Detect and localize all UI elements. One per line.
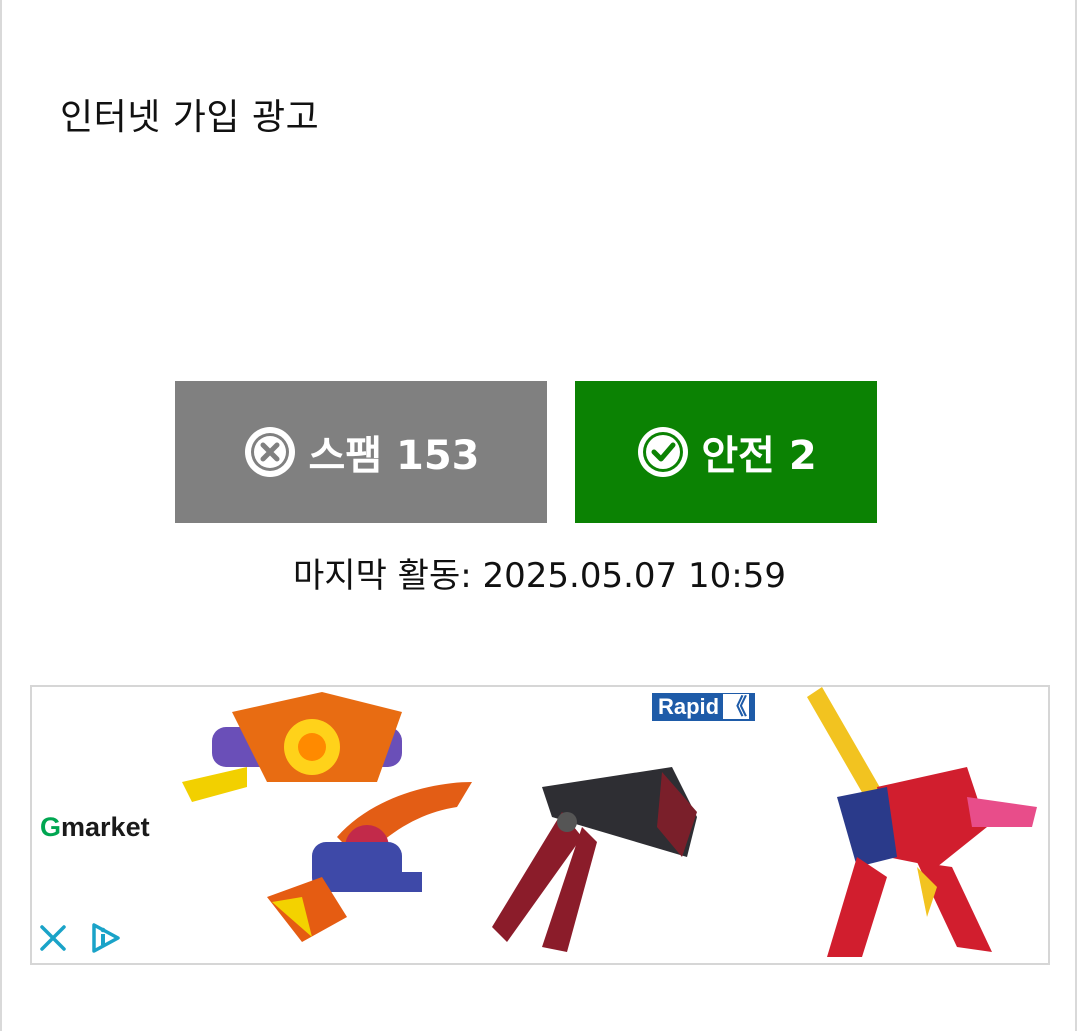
page-title: 인터넷 가입 광고 [60, 97, 320, 138]
rapid-logo: Rapid 《 [652, 693, 756, 721]
ad-choices-icon[interactable] [88, 921, 122, 955]
x-circle-icon [245, 427, 296, 477]
last-activity-timestamp: 마지막 활동: 2025.05.07 10:59 [293, 556, 786, 596]
advertisement-banner[interactable]: Gmarket Rapid 《 [30, 685, 1050, 965]
robot-dinosaur-toy-image [807, 687, 1037, 957]
spam-vote-button[interactable]: 스팸 153 [175, 381, 547, 523]
spam-vote-label: 스팸 153 [308, 433, 480, 479]
toy-weapon-image [182, 692, 472, 942]
safe-vote-button[interactable]: 안전 2 [575, 381, 877, 523]
stapler-tool-image [492, 767, 697, 952]
safe-vote-label: 안전 2 [701, 433, 817, 479]
ad-close-icon[interactable] [38, 923, 68, 953]
gmarket-logo: Gmarket [40, 812, 150, 842]
check-circle-icon [638, 427, 689, 477]
